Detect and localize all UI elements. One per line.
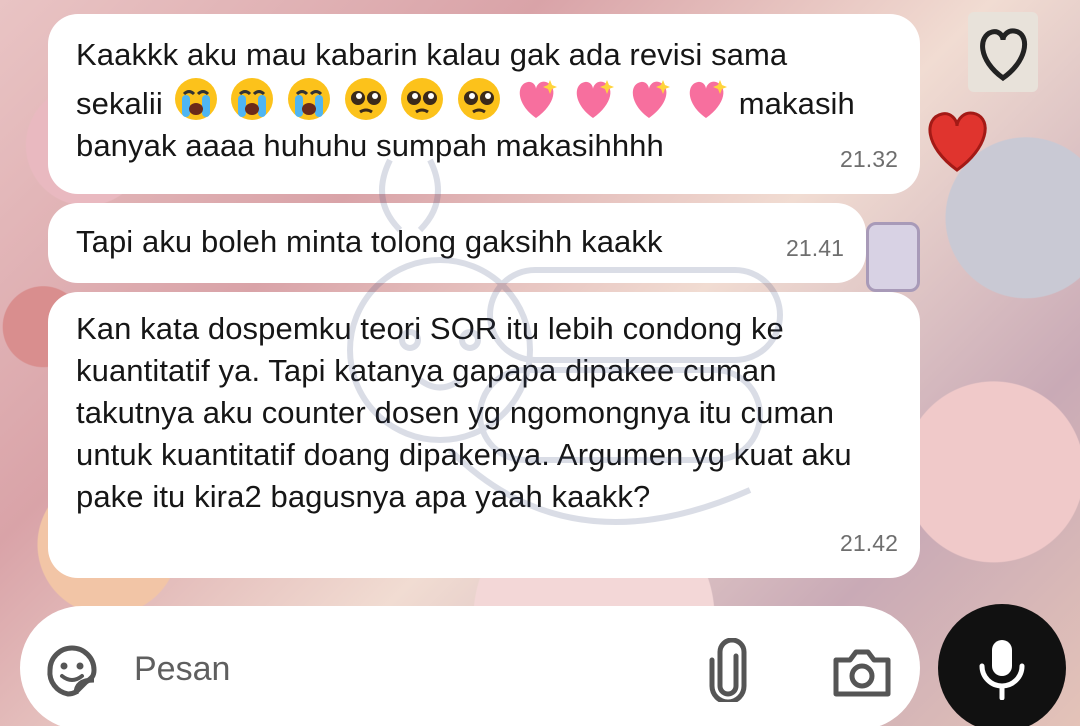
sticker-icon[interactable] [44,642,100,698]
sparkling-heart-icon [519,80,557,118]
loudly-crying-face-icon [288,78,330,120]
message-composer: Pesan [20,606,920,726]
pleading-face-icon [458,78,501,120]
sparkling-heart-icon [576,80,614,118]
message-timestamp: 21.32 [839,146,898,172]
pleading-face-icon [401,78,444,120]
message-input[interactable]: Pesan [134,650,230,689]
sparkling-heart-icon [633,80,671,118]
camera-icon[interactable] [832,646,892,698]
message-text-line-with-emojis: sekalii makasih [76,76,872,125]
microphone-icon [979,640,1025,700]
paperclip-icon[interactable] [708,638,748,702]
message-text: Kaakkk aku mau kabarin kalau gak ada rev… [76,37,788,72]
sparkling-heart-icon [689,80,728,118]
red-heart-sticker [928,111,987,172]
message-text: makasih [738,86,855,121]
loudly-crying-face-icon [174,78,217,120]
phone-sticker [866,222,920,292]
pleading-face-icon [344,78,387,120]
message-text: Tapi aku boleh minta tolong gaksihh kaak… [76,224,663,259]
message-text: sekalii [76,86,163,121]
loudly-crying-face-icon [231,78,274,120]
message-bubble[interactable]: Tapi aku boleh minta tolong gaksihh kaak… [48,203,866,283]
message-bubble[interactable]: Kan kata dospemku teori SOR itu lebih co… [48,292,920,578]
heart-outline-sticker [968,12,1038,92]
message-text: Kan kata dospemku teori SOR itu lebih co… [76,311,852,514]
message-timestamp: 21.41 [785,235,844,261]
message-timestamp: 21.42 [839,530,898,556]
microphone-button[interactable] [938,604,1066,726]
message-bubble[interactable]: Kaakkk aku mau kabarin kalau gak ada rev… [48,14,920,194]
message-text: banyak aaaa huhuhu sumpah makasihhhh [76,128,664,163]
